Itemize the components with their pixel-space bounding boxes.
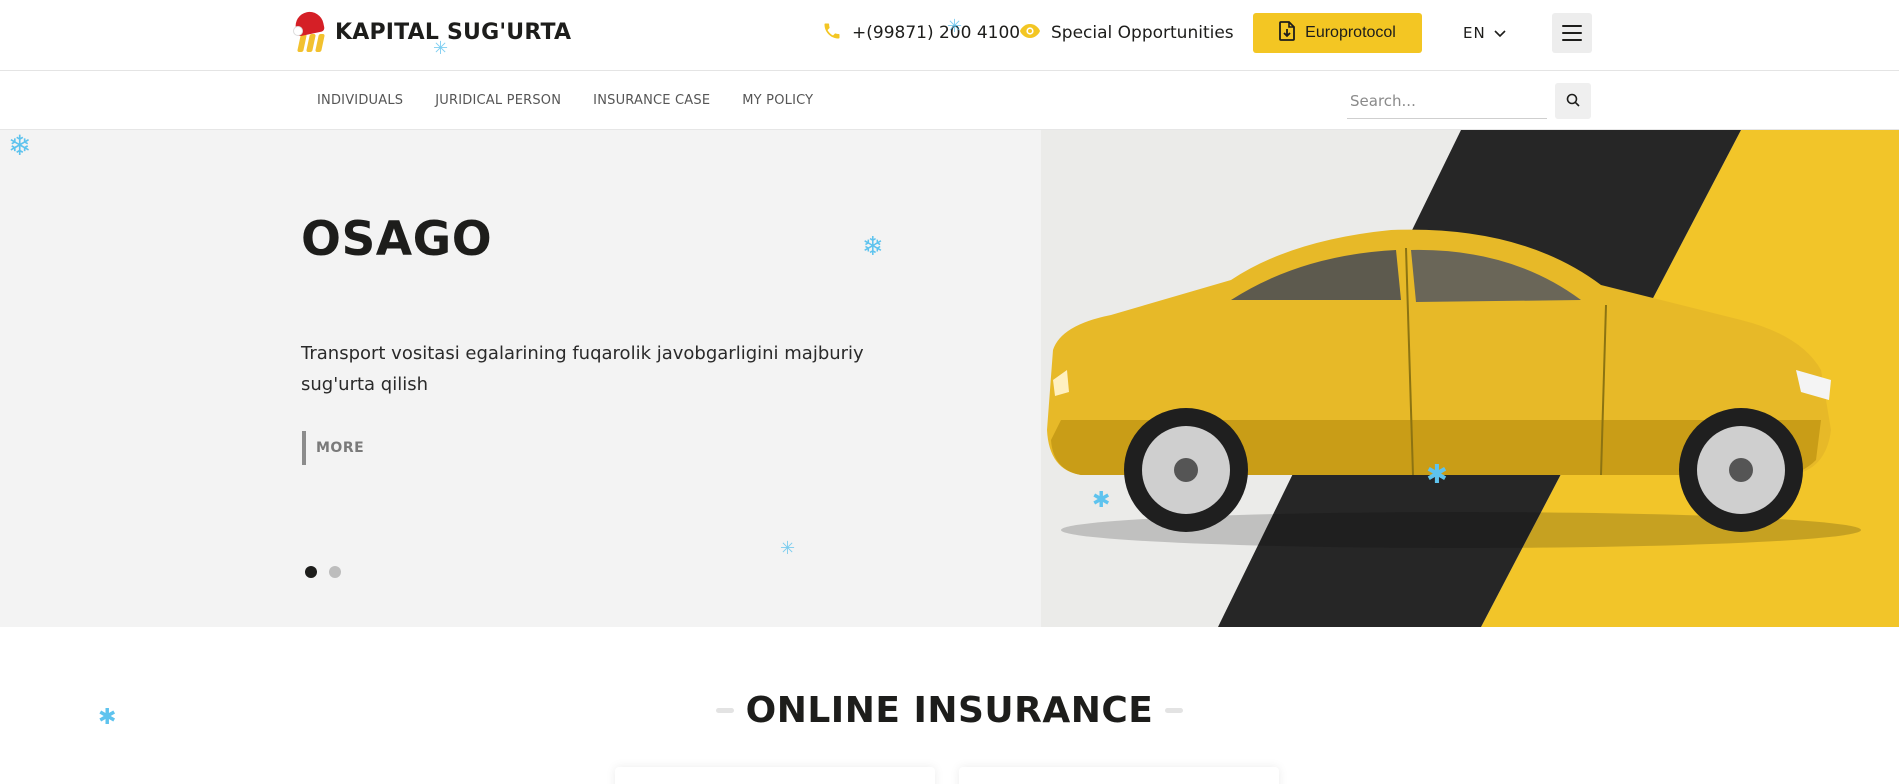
slider-dots (305, 566, 341, 578)
nav-item-juridical-person[interactable]: JURIDICAL PERSON (435, 93, 561, 108)
title-dash-right (1165, 708, 1184, 713)
hero-description: Transport vositasi egalarining fuqarolik… (301, 343, 864, 395)
search-box (1347, 83, 1591, 119)
snowflake-icon: ❄ (8, 129, 32, 162)
logo-mark-icon (293, 9, 331, 52)
hero-title: OSAGO (301, 212, 493, 267)
search-button[interactable] (1555, 83, 1591, 119)
online-insurance-heading: ONLINE INSURANCE (0, 690, 1899, 731)
insurance-card-1[interactable] (615, 767, 935, 784)
hero-car-image (1041, 130, 1899, 627)
title-dash-left (715, 708, 734, 713)
language-code: EN (1463, 24, 1486, 42)
special-opportunities-label: Special Opportunities (1051, 23, 1234, 43)
snowflake-icon: ✳ (947, 16, 963, 37)
nav-items: INDIVIDUALS JURIDICAL PERSON INSURANCE C… (317, 71, 813, 130)
phone-link[interactable]: +(99871) 200 4100 (822, 19, 1020, 47)
europrotocol-button[interactable]: Europrotocol (1253, 13, 1422, 53)
snowflake-icon: ✳ (780, 538, 796, 559)
nav-item-insurance-case[interactable]: INSURANCE CASE (593, 93, 710, 108)
snowflake-icon: ✱ (1092, 488, 1111, 513)
phone-icon (822, 21, 842, 46)
online-insurance-title: ONLINE INSURANCE (745, 690, 1154, 731)
snowflake-icon: ❄ (862, 232, 884, 262)
eye-icon (1019, 23, 1041, 44)
slider-dot-2[interactable] (329, 566, 341, 578)
nav-item-individuals[interactable]: INDIVIDUALS (317, 93, 403, 108)
logo-text: KAPITAL SUG'URTA (335, 19, 572, 45)
special-opportunities-link[interactable]: Special Opportunities (1019, 19, 1234, 47)
hero-slider: OSAGO Transport vositasi egalarining fuq… (0, 130, 1899, 627)
search-icon (1566, 93, 1580, 110)
hamburger-menu-icon[interactable] (1552, 13, 1592, 53)
slider-dot-1[interactable] (305, 566, 317, 578)
insurance-card-2[interactable] (959, 767, 1279, 784)
main-nav: INDIVIDUALS JURIDICAL PERSON INSURANCE C… (0, 71, 1899, 130)
snowflake-icon: ✳ (433, 38, 449, 59)
snowflake-icon: ✱ (1426, 460, 1448, 490)
snowflake-icon: ✱ (98, 705, 117, 730)
document-download-icon (1279, 20, 1296, 46)
chevron-down-icon (1494, 24, 1506, 42)
phone-number: +(99871) 200 4100 (852, 23, 1021, 43)
more-button[interactable]: MORE (302, 431, 364, 465)
search-input[interactable] (1347, 83, 1547, 119)
language-selector[interactable]: EN (1463, 20, 1506, 46)
nav-item-my-policy[interactable]: MY POLICY (742, 93, 813, 108)
europrotocol-label: Europrotocol (1305, 24, 1396, 41)
